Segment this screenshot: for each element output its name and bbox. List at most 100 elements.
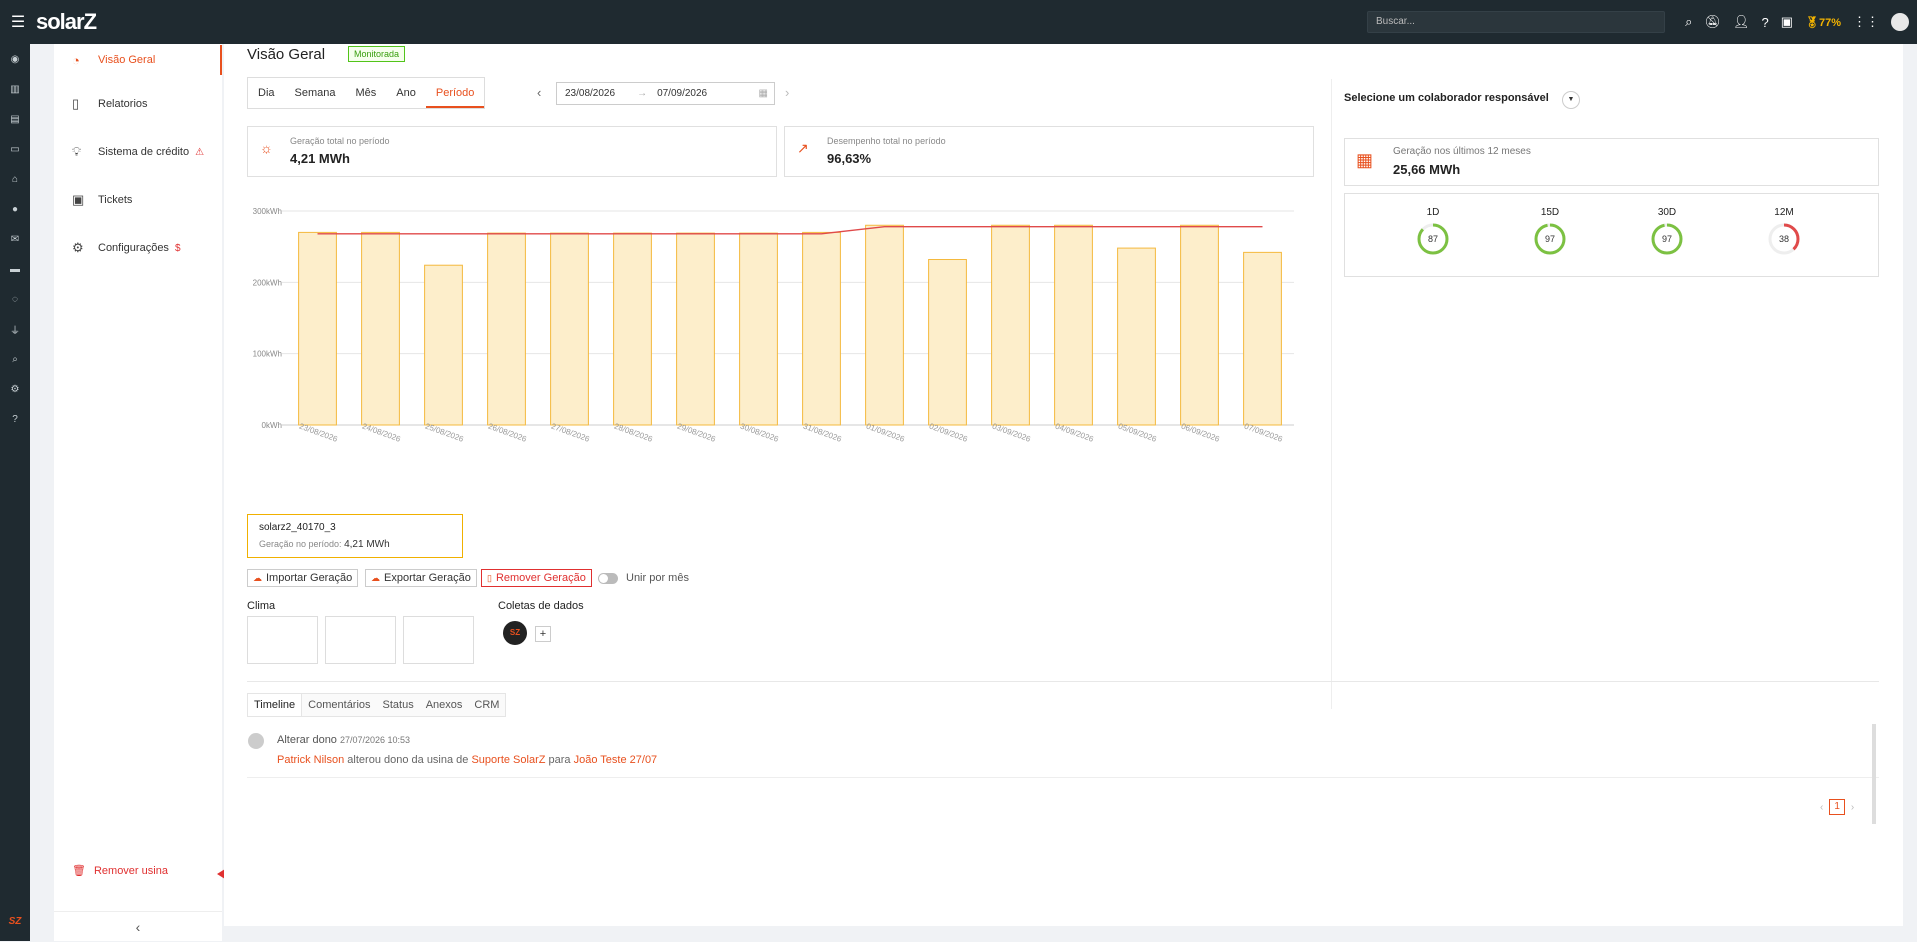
collector-logo[interactable]: SZ xyxy=(503,621,527,645)
tab-dia[interactable]: Dia xyxy=(248,78,285,108)
entry-action: Alterar dono xyxy=(277,734,337,746)
merge-month-toggle[interactable] xyxy=(598,573,618,584)
chart-bar xyxy=(298,231,337,426)
cloud-download-icon: ☁ xyxy=(371,572,380,583)
sidebar-item-label: Relatorios xyxy=(98,98,148,110)
search-icon[interactable]: ⌕ xyxy=(0,344,30,374)
user-tie-icon[interactable]: 👤︎ xyxy=(1733,14,1750,30)
chart-bar xyxy=(739,232,778,426)
entry-user-link[interactable]: Patrick Nilson xyxy=(277,754,344,766)
performance-value: 96,63% xyxy=(827,151,872,166)
tab-periodo[interactable]: Período xyxy=(425,78,485,108)
gauge-30d: 30D 97 xyxy=(1647,207,1687,257)
weather-box xyxy=(403,616,474,664)
entry-to-link[interactable]: João Teste 27/07 xyxy=(574,754,658,766)
chart-icon[interactable]: ▥ xyxy=(0,74,30,104)
sidebar-item-relatorios[interactable]: ▯ Relatorios xyxy=(54,89,222,119)
gear-icon: ⚙ xyxy=(72,240,84,255)
whatsapp-icon[interactable]: ◌ xyxy=(0,284,30,314)
help-icon[interactable]: ? xyxy=(1761,15,1768,30)
sidebar-item-tickets[interactable]: ▣ Tickets xyxy=(54,185,222,215)
mail-icon[interactable]: ✉ xyxy=(0,224,30,254)
chart-bar xyxy=(802,231,841,426)
y-tick-label: 200kWh xyxy=(253,278,282,287)
home-icon[interactable]: ⌂ xyxy=(0,164,30,194)
bell-off-icon[interactable]: 🔕︎ xyxy=(1704,14,1721,30)
generation-label: Geração total no período xyxy=(290,136,390,146)
main-content: Visão Geral Monitorada Dia Semana Mês An… xyxy=(224,44,1903,926)
clipboard-icon[interactable]: ▣ xyxy=(1781,14,1793,30)
tab-mes[interactable]: Mês xyxy=(346,78,387,108)
menu-icon[interactable]: ☰ xyxy=(0,12,36,32)
remove-usina-button[interactable]: 🗑︎ Remover usina xyxy=(72,864,168,878)
prev-period-icon[interactable]: ‹ xyxy=(537,85,541,100)
tab-crm[interactable]: CRM xyxy=(468,694,505,716)
sidebar-item-label: Visão Geral xyxy=(98,54,156,66)
document-icon[interactable]: ▤ xyxy=(0,104,30,134)
timeline-tabs: Timeline Comentários Status Anexos CRM xyxy=(247,693,507,717)
divider xyxy=(247,777,1879,778)
search-input[interactable]: Buscar... xyxy=(1367,11,1665,33)
plant-card[interactable]: solarz2_40170_3 Geração no período: 4,21… xyxy=(247,514,463,558)
top-bar: ☰ solarZ Buscar... ⌕ 🔕︎ 👤︎ ? ▣ 🏅︎77% ⋮⋮ xyxy=(0,0,1917,44)
chart-bar xyxy=(613,232,652,426)
money-icon[interactable]: ▭ xyxy=(0,134,30,164)
import-generation-button[interactable]: ☁ Importar Geração xyxy=(247,569,359,587)
chart-bar xyxy=(1180,224,1219,426)
sidebar-item-label: Tickets xyxy=(98,194,133,206)
end-date[interactable]: 07/09/2026 xyxy=(657,88,707,99)
select-responsible-title: Selecione um colaborador responsável xyxy=(1344,92,1549,104)
remove-generation-button[interactable]: ▯ Remover Geração xyxy=(481,569,592,587)
chart-line xyxy=(317,226,1263,235)
y-tick-label: 100kWh xyxy=(253,350,282,359)
medal-score[interactable]: 🏅︎77% xyxy=(1805,16,1841,29)
gauge-value: 97 xyxy=(1661,234,1672,244)
avatar[interactable] xyxy=(1891,13,1909,31)
tab-semana[interactable]: Semana xyxy=(285,78,346,108)
entry-from-link[interactable]: Suporte SolarZ xyxy=(471,754,545,766)
scrollbar[interactable] xyxy=(1872,724,1876,824)
arrow-right-icon: → xyxy=(637,88,648,99)
date-range-picker[interactable]: 23/08/2026 → 07/09/2026 ▦ xyxy=(556,82,775,105)
prev-page-button[interactable]: ‹ xyxy=(1820,802,1823,813)
user-icon[interactable]: ● xyxy=(0,194,30,224)
entry-text: alterou dono da usina de xyxy=(344,754,472,766)
dashboard-icon[interactable]: ◉ xyxy=(0,44,30,74)
chart-bar xyxy=(424,264,463,426)
gauge-value: 38 xyxy=(1778,234,1789,244)
gauge-label: 12M xyxy=(1774,207,1794,218)
tab-status[interactable]: Status xyxy=(377,694,420,716)
sidebar-item-visao-geral[interactable]: ◔ Visão Geral xyxy=(54,45,222,75)
start-date[interactable]: 23/08/2026 xyxy=(565,88,615,99)
y-tick-label: 300kWh xyxy=(253,207,282,216)
card-icon[interactable]: ▬ xyxy=(0,254,30,284)
sidebar-item-sistema-credito[interactable]: 💡︎ Sistema de crédito ⚠ xyxy=(54,137,222,167)
sidebar-item-label: Configurações xyxy=(98,242,169,254)
search-icon[interactable]: ⌕ xyxy=(1685,14,1692,30)
collapse-sidebar-button[interactable]: ‹ xyxy=(54,911,222,941)
gauge-1d: 1D 87 xyxy=(1413,207,1453,257)
gauge-value: 97 xyxy=(1544,234,1555,244)
help-icon[interactable]: ? xyxy=(0,404,30,434)
gauge-value: 87 xyxy=(1427,234,1438,244)
tab-timeline[interactable]: Timeline xyxy=(248,694,303,716)
generation-value: 4,21 MWh xyxy=(290,151,350,166)
chart-bar xyxy=(487,232,526,426)
sun-icon: ☼ xyxy=(260,140,273,156)
tab-anexos[interactable]: Anexos xyxy=(420,694,469,716)
next-period-icon[interactable]: › xyxy=(785,85,789,100)
weather-box xyxy=(325,616,396,664)
remove-usina-label: Remover usina xyxy=(93,864,168,877)
sidebar-item-configuracoes[interactable]: ⚙ Configurações $ xyxy=(54,233,222,263)
settings-icon[interactable]: ⚙ xyxy=(0,374,30,404)
chart-bar xyxy=(1243,251,1282,426)
export-generation-button[interactable]: ☁ Exportar Geração xyxy=(365,569,477,587)
chevron-down-icon[interactable]: ▼ xyxy=(1562,91,1580,109)
tab-ano[interactable]: Ano xyxy=(386,78,426,108)
tab-comentarios[interactable]: Comentários xyxy=(302,694,376,716)
page-number[interactable]: 1 xyxy=(1829,799,1845,815)
add-collector-button[interactable]: + xyxy=(535,626,551,642)
next-page-button[interactable]: › xyxy=(1851,802,1854,813)
apps-grid-icon[interactable]: ⋮⋮ xyxy=(1853,14,1879,30)
plug-icon[interactable]: ⏚ xyxy=(0,314,30,344)
